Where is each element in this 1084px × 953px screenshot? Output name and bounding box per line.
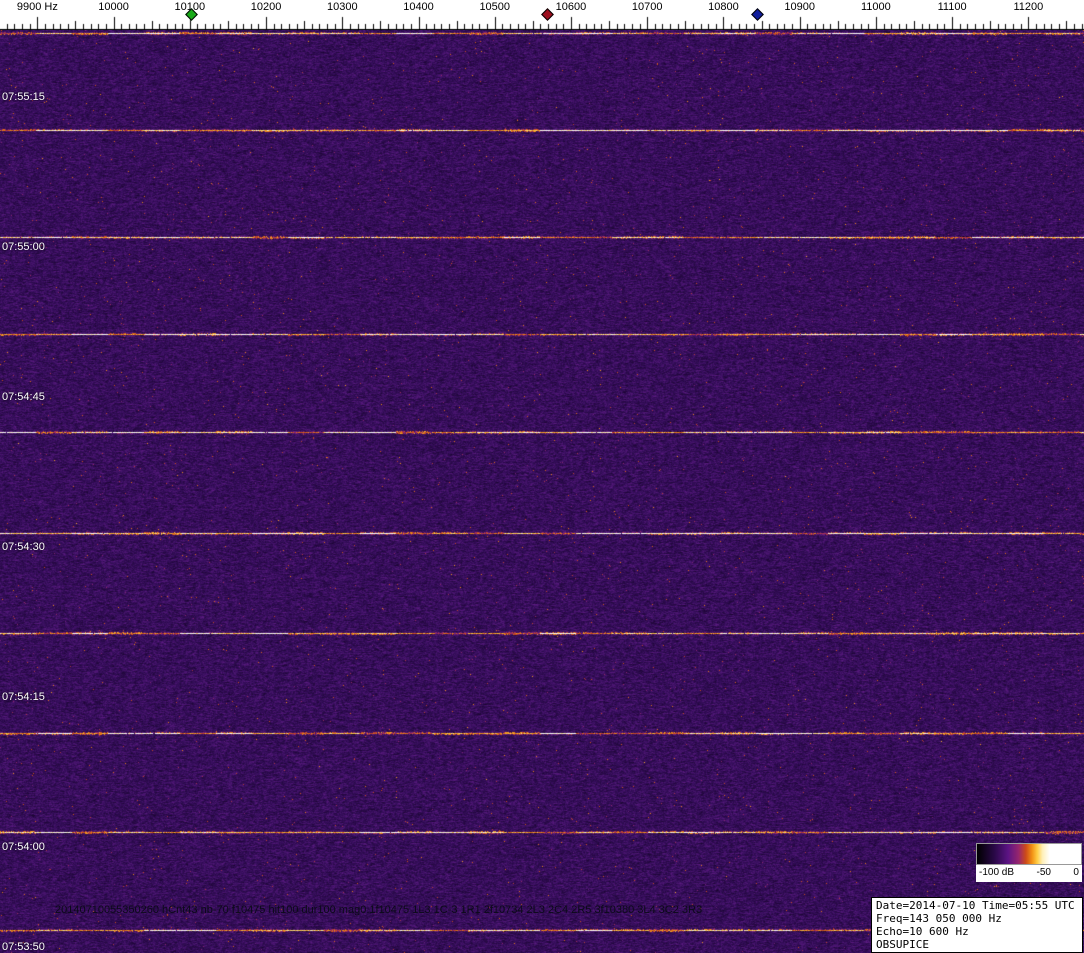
freq-label: 10300 [326,1,358,13]
freq-label: 11200 [1013,1,1044,13]
info-echo: Echo=10 600 Hz [876,925,969,938]
waterfall-spectrogram: 07:55:15 07:55:00 07:54:45 07:54:30 07:5… [0,30,1084,953]
event-annotation: 20140710055350260 hCnt43 nb-70 f10475 hi… [55,904,703,916]
info-frequency: Freq=143 050 000 Hz [876,912,1002,925]
observation-info-box: Date=2014-07-10 Time=05:55 UTC Freq=143 … [871,897,1083,953]
time-label: 07:54:15 [2,691,45,703]
legend-max-label: 0 [1073,867,1079,878]
time-label: 07:54:30 [2,541,45,553]
freq-label: 11000 [860,1,891,13]
legend-labels: -100 dB -50 0 [976,865,1082,882]
freq-label: 10500 [479,1,511,13]
freq-label: 10000 [98,1,129,13]
time-label: 07:55:00 [2,241,45,253]
time-label: 07:54:00 [2,841,45,853]
legend-mid-label: -50 [1036,867,1051,878]
spectrogram-app: 9900 Hz 10000 10100 10200 10300 10400 10… [0,0,1084,953]
info-date-time: Date=2014-07-10 Time=05:55 UTC [876,899,1075,912]
freq-label: 9900 Hz [16,1,58,13]
freq-label: 10600 [555,1,587,13]
freq-label: 10200 [250,1,282,13]
time-label: 07:54:45 [2,391,45,403]
info-station: OBSUPICE [876,938,929,951]
legend-min-label: -100 dB [979,867,1015,878]
time-label: 07:55:15 [2,91,45,103]
spectrogram-canvas [0,30,1084,953]
frequency-ruler: 9900 Hz 10000 10100 10200 10300 10400 10… [0,0,1084,30]
db-color-legend: -100 dB -50 0 [976,843,1082,882]
freq-label: 10900 [784,1,815,13]
freq-label: 10400 [403,1,434,13]
freq-label: 10800 [708,1,739,13]
colormap-gradient [976,843,1082,865]
freq-label: 11100 [937,1,967,13]
time-label: 07:53:50 [2,941,45,953]
freq-label: 10700 [631,1,663,13]
